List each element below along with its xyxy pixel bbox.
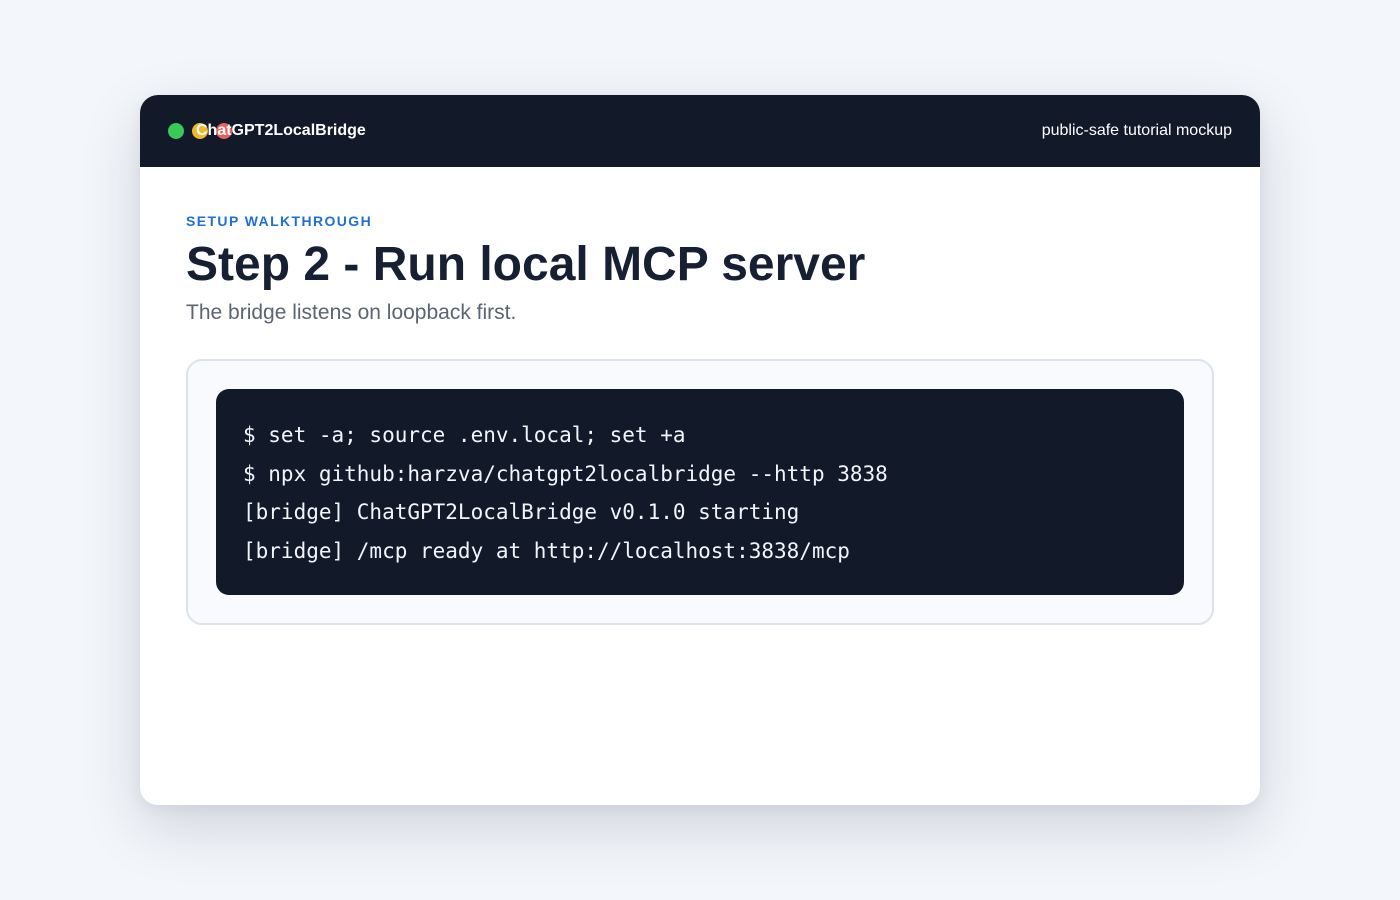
app-window: ChatGPT2LocalBridge public-safe tutorial… [140, 95, 1260, 805]
terminal-panel: $ set -a; source .env.local; set +a $ np… [186, 359, 1214, 625]
terminal-line: [bridge] ChatGPT2LocalBridge v0.1.0 star… [243, 500, 800, 525]
green-window-dot-icon[interactable] [168, 123, 184, 139]
section-eyebrow: SETUP WALKTHROUGH [186, 213, 373, 229]
page-subtitle: The bridge listens on loopback first. [186, 301, 517, 324]
page-title: Step 2 - Run local MCP server [186, 238, 866, 291]
window-titlebar: ChatGPT2LocalBridge public-safe tutorial… [140, 95, 1260, 167]
terminal-line: $ set -a; source .env.local; set +a [243, 423, 686, 447]
mockup-tag: public-safe tutorial mockup [1041, 122, 1232, 139]
terminal-line: [bridge] /mcp ready at http://localhost:… [243, 539, 850, 564]
terminal-output: $ set -a; source .env.local; set +a $ np… [216, 389, 1184, 595]
terminal-lines: $ set -a; source .env.local; set +a $ np… [243, 416, 1164, 571]
terminal-line: $ npx github:harzva/chatgpt2localbridge … [243, 461, 888, 486]
app-title: ChatGPT2LocalBridge [196, 122, 366, 139]
